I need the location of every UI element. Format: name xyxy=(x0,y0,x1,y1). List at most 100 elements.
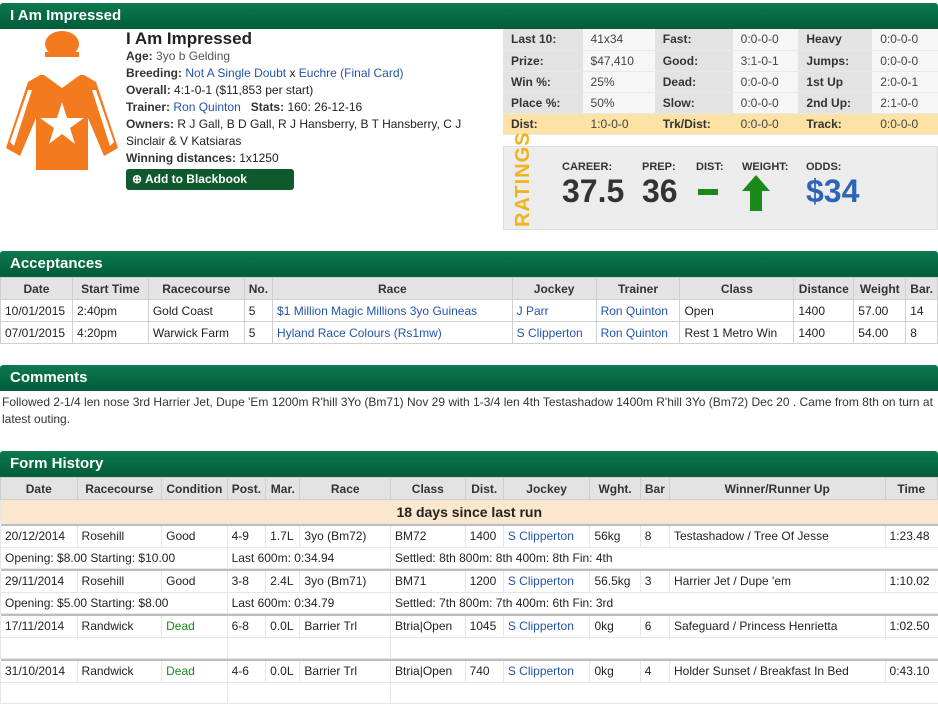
table-cell[interactable]: Hyland Race Colours (Rs1mw) xyxy=(272,321,513,344)
table-cell: 10/01/2015 xyxy=(0,299,73,322)
column-header[interactable]: Date xyxy=(0,277,73,300)
column-header[interactable]: Race xyxy=(272,277,513,300)
last600-detail: Last 600m: 0:34.79 xyxy=(226,592,391,614)
stat-label: Good: xyxy=(654,50,733,72)
form-cell: 6 xyxy=(639,615,670,638)
stat-label: Last 10: xyxy=(503,29,583,51)
form-cell: 6-8 xyxy=(226,615,266,638)
stat-value: 0:0-0-0 xyxy=(872,113,938,135)
form-cell: 56kg xyxy=(589,525,641,548)
column-header[interactable]: No. xyxy=(243,277,274,300)
horse-header: I Am Impressed xyxy=(0,3,938,29)
dam-sire-link[interactable]: (Final Card) xyxy=(340,66,403,80)
form-detail-row xyxy=(0,637,938,659)
form-cell: 3yo (Bm72) xyxy=(299,525,391,548)
column-header[interactable]: Distance xyxy=(793,277,855,300)
column-header[interactable]: Date xyxy=(0,477,78,500)
odds-label: ODDS: xyxy=(806,161,842,173)
stat-value: 2:1-0-0 xyxy=(872,92,938,114)
column-header[interactable]: Time xyxy=(884,477,938,500)
add-to-blackbook-button[interactable]: ⊕ Add to Blackbook xyxy=(126,169,294,190)
stat-value: 2:0-0-1 xyxy=(872,71,938,93)
form-row: 29/11/2014 Rosehill Good 3-8 2.4L 3yo (Bm71) B… xyxy=(0,570,938,593)
column-header[interactable]: Class xyxy=(390,477,466,500)
column-header[interactable]: Dist. xyxy=(464,477,504,500)
form-cell: 0kg xyxy=(589,615,641,638)
form-cell[interactable]: S Clipperton xyxy=(502,570,590,593)
table-cell: 54.00 xyxy=(853,321,907,344)
form-cell: 1:23.48 xyxy=(884,525,938,548)
column-header[interactable]: Bar. xyxy=(905,277,938,300)
column-header[interactable]: Weight xyxy=(853,277,907,300)
stat-label: Slow: xyxy=(654,92,733,114)
odds-detail xyxy=(0,682,228,704)
table-cell[interactable]: Ron Quinton xyxy=(595,299,681,322)
stats-value: 160: 26-12-16 xyxy=(287,100,363,114)
form-cell: Testashadow / Tree Of Jesse xyxy=(669,525,886,548)
breeding-x: x xyxy=(289,66,296,80)
form-cell: 3 xyxy=(639,570,670,593)
form-cell: 31/10/2014 xyxy=(0,660,78,683)
table-row: 10/01/2015 2:40pm Gold Coast 5 $1 Million Ma… xyxy=(0,299,938,322)
column-header[interactable]: Mar. xyxy=(265,477,301,500)
windist-value: 1x1250 xyxy=(239,151,279,165)
form-cell: 1.7L xyxy=(265,525,300,548)
stat-value: 25% xyxy=(582,71,655,93)
stat-value: $47,410 xyxy=(582,50,655,72)
form-cell: 0.0L xyxy=(265,615,300,638)
dam-link[interactable]: Euchre xyxy=(299,66,337,80)
stats-row: Dist: 1:0-0-0 Trk/Dist: 0:0-0-0 Track: 0:0-0-… xyxy=(503,113,938,135)
table-cell: Gold Coast xyxy=(147,299,245,322)
form-cell[interactable]: S Clipperton xyxy=(502,660,590,683)
table-cell[interactable]: J Parr xyxy=(511,299,597,322)
owners-value: R J Gall, B D Gall, R J Hansberry, B T H… xyxy=(126,117,462,148)
table-cell: 5 xyxy=(243,299,274,322)
table-cell: 8 xyxy=(905,321,938,344)
career-label: CAREER: xyxy=(562,161,613,173)
form-cell: 4 xyxy=(639,660,670,683)
column-header[interactable]: Bar xyxy=(639,477,671,500)
column-header[interactable]: Trainer xyxy=(595,277,681,300)
column-header[interactable]: Race xyxy=(299,477,392,500)
column-header[interactable]: Wght. xyxy=(589,477,641,500)
column-header[interactable]: Post. xyxy=(226,477,267,500)
form-cell[interactable]: S Clipperton xyxy=(502,525,590,548)
form-cell: 2.4L xyxy=(265,570,300,593)
form-row: 31/10/2014 Randwick Dead 4-6 0.0L Barrier Trl… xyxy=(0,660,938,683)
stat-label: Fast: xyxy=(654,29,733,51)
form-cell: Harrier Jet / Dupe 'em xyxy=(669,570,886,593)
odds-detail: Opening: $8.00 Starting: $10.00 xyxy=(0,547,228,569)
table-cell[interactable]: $1 Million Magic Millions 3yo Guineas xyxy=(272,299,513,322)
stat-label: Jumps: xyxy=(798,50,873,72)
stats-row: Prize: $47,410 Good: 3:1-0-1 Jumps: 0:0-0-0 xyxy=(503,50,938,72)
column-header[interactable]: Racecourse xyxy=(147,277,245,300)
form-detail-row: Opening: $5.00 Starting: $8.00 Last 600m:… xyxy=(0,592,938,614)
form-cell: 0kg xyxy=(589,660,641,683)
column-header[interactable]: Jockey xyxy=(502,477,591,500)
table-cell[interactable]: Ron Quinton xyxy=(595,321,681,344)
column-header[interactable]: Winner/Runner Up xyxy=(669,477,886,500)
horse-name: I Am Impressed xyxy=(126,29,252,48)
dist-label: DIST: xyxy=(696,161,724,173)
column-header[interactable]: Jockey xyxy=(511,277,597,300)
stat-label: 1st Up xyxy=(798,71,873,93)
column-header[interactable]: Start Time xyxy=(71,277,149,300)
form-cell: Barrier Trl xyxy=(299,615,391,638)
sire-link[interactable]: Not A Single Doubt xyxy=(185,66,286,80)
table-cell: Rest 1 Metro Win xyxy=(679,321,795,344)
column-header[interactable]: Condition xyxy=(161,477,228,500)
ratings-word: RATINGS xyxy=(512,131,534,227)
form-row: 17/11/2014 Randwick Dead 6-8 0.0L Barrier Trl… xyxy=(0,615,938,638)
stats-table: Last 10: 41x34 Fast: 0:0-0-0 Heavy 0:0-0-0 Pri… xyxy=(503,29,938,135)
form-cell[interactable]: S Clipperton xyxy=(502,615,590,638)
column-header[interactable]: Racecourse xyxy=(76,477,163,500)
column-header[interactable]: Class xyxy=(679,277,795,300)
form-cell: Dead xyxy=(161,615,228,638)
overall-value: 4:1-0-1 ($11,853 per start) xyxy=(174,83,314,97)
career-value: 37.5 xyxy=(562,173,625,209)
stats-label: Stats: xyxy=(250,100,285,114)
table-cell[interactable]: S Clipperton xyxy=(511,321,597,344)
form-detail-row xyxy=(0,682,938,704)
trainer-link[interactable]: Ron Quinton xyxy=(173,100,240,114)
table-cell: 07/01/2015 xyxy=(0,321,73,344)
